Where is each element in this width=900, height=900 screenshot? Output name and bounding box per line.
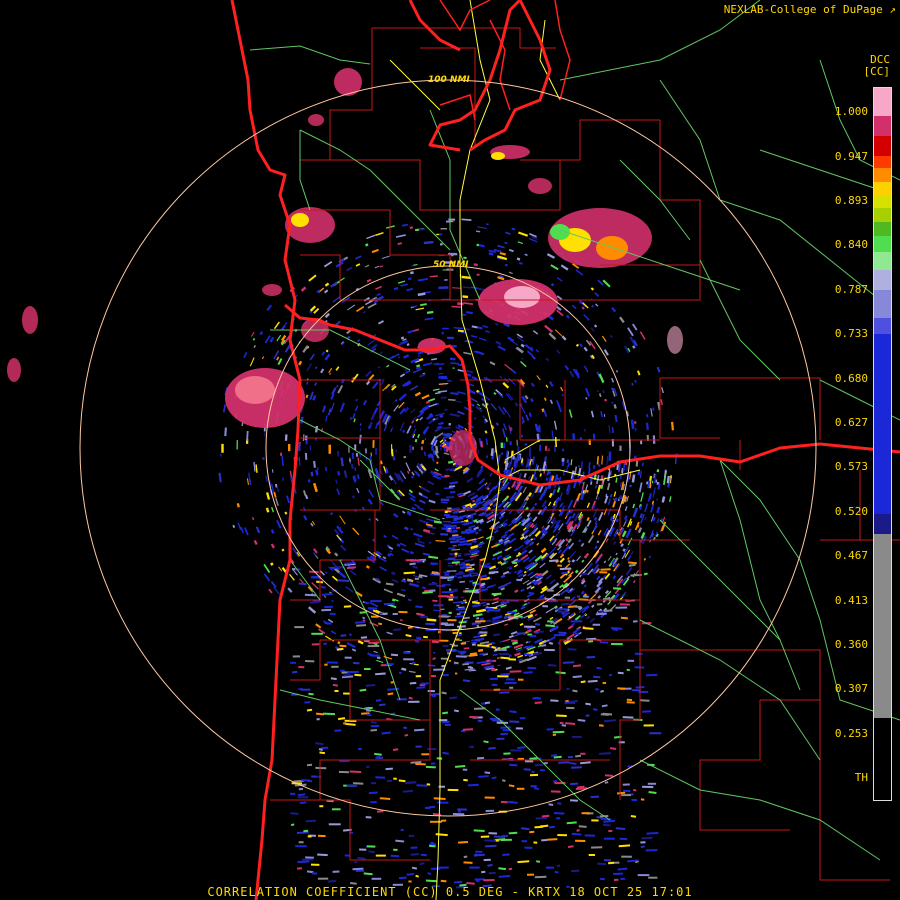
- link-arrow-icon[interactable]: ↗: [883, 3, 896, 16]
- range-ring-label-100: 100 NMI: [428, 75, 470, 85]
- range-ring-label-50: 50 NMI: [433, 260, 469, 270]
- legend-band-magenta: [874, 116, 891, 136]
- legend-tick-0253: 0.253: [834, 727, 868, 740]
- legend-tick-th: TH: [854, 771, 868, 784]
- legend-band-olive: [874, 208, 891, 222]
- legend-band-lavender: [874, 270, 891, 290]
- legend-band-black: [874, 718, 891, 728]
- legend-band-orange: [874, 168, 891, 182]
- legend-band-green-dark: [874, 222, 891, 236]
- legend-band-green: [874, 236, 891, 252]
- legend-tick-0947: 0.947: [834, 150, 868, 163]
- legend-title: DCC [CC]: [864, 54, 891, 78]
- legend-band-periwinkle: [874, 318, 891, 334]
- legend-tick-0733: 0.733: [834, 327, 868, 340]
- legend-tick-0520: 0.520: [834, 505, 868, 518]
- legend-product-unit: [CC]: [863, 65, 891, 78]
- legend-tick-0680: 0.680: [834, 372, 868, 385]
- product-footer: CORRELATION COEFFICIENT (CC) 0.5 DEG - K…: [207, 885, 693, 899]
- legend-tick-0573: 0.573: [834, 460, 868, 473]
- legend-band-blue: [874, 334, 891, 514]
- legend-band-yellow: [874, 182, 891, 196]
- color-legend-bar: [873, 87, 892, 801]
- credit-label: NEXLAB-College of DuPage ↗: [724, 3, 896, 16]
- legend-band-navy: [874, 514, 891, 534]
- legend-band-gray: [874, 534, 891, 718]
- legend-tick-0840: 0.840: [834, 238, 868, 251]
- legend-band-light-purple: [874, 290, 891, 318]
- legend-tick-1000: 1.000: [834, 105, 868, 118]
- legend-tick-0627: 0.627: [834, 416, 868, 429]
- credit-text: NEXLAB-College of DuPage: [723, 3, 883, 16]
- legend-tick-0787: 0.787: [834, 283, 868, 296]
- legend-tick-0467: 0.467: [834, 549, 868, 562]
- legend-tick-0893: 0.893: [834, 194, 868, 207]
- radar-map: 50 NMI 100 NMI: [0, 0, 900, 900]
- legend-band-red: [874, 136, 891, 156]
- legend-tick-0307: 0.307: [834, 682, 868, 695]
- legend-band-yellow-green: [874, 196, 891, 208]
- legend-tick-0413: 0.413: [834, 594, 868, 607]
- legend-band-pink: [874, 88, 891, 116]
- legend-tick-0360: 0.360: [834, 638, 868, 651]
- legend-band-green-light: [874, 252, 891, 270]
- legend-band-red-orange: [874, 156, 891, 168]
